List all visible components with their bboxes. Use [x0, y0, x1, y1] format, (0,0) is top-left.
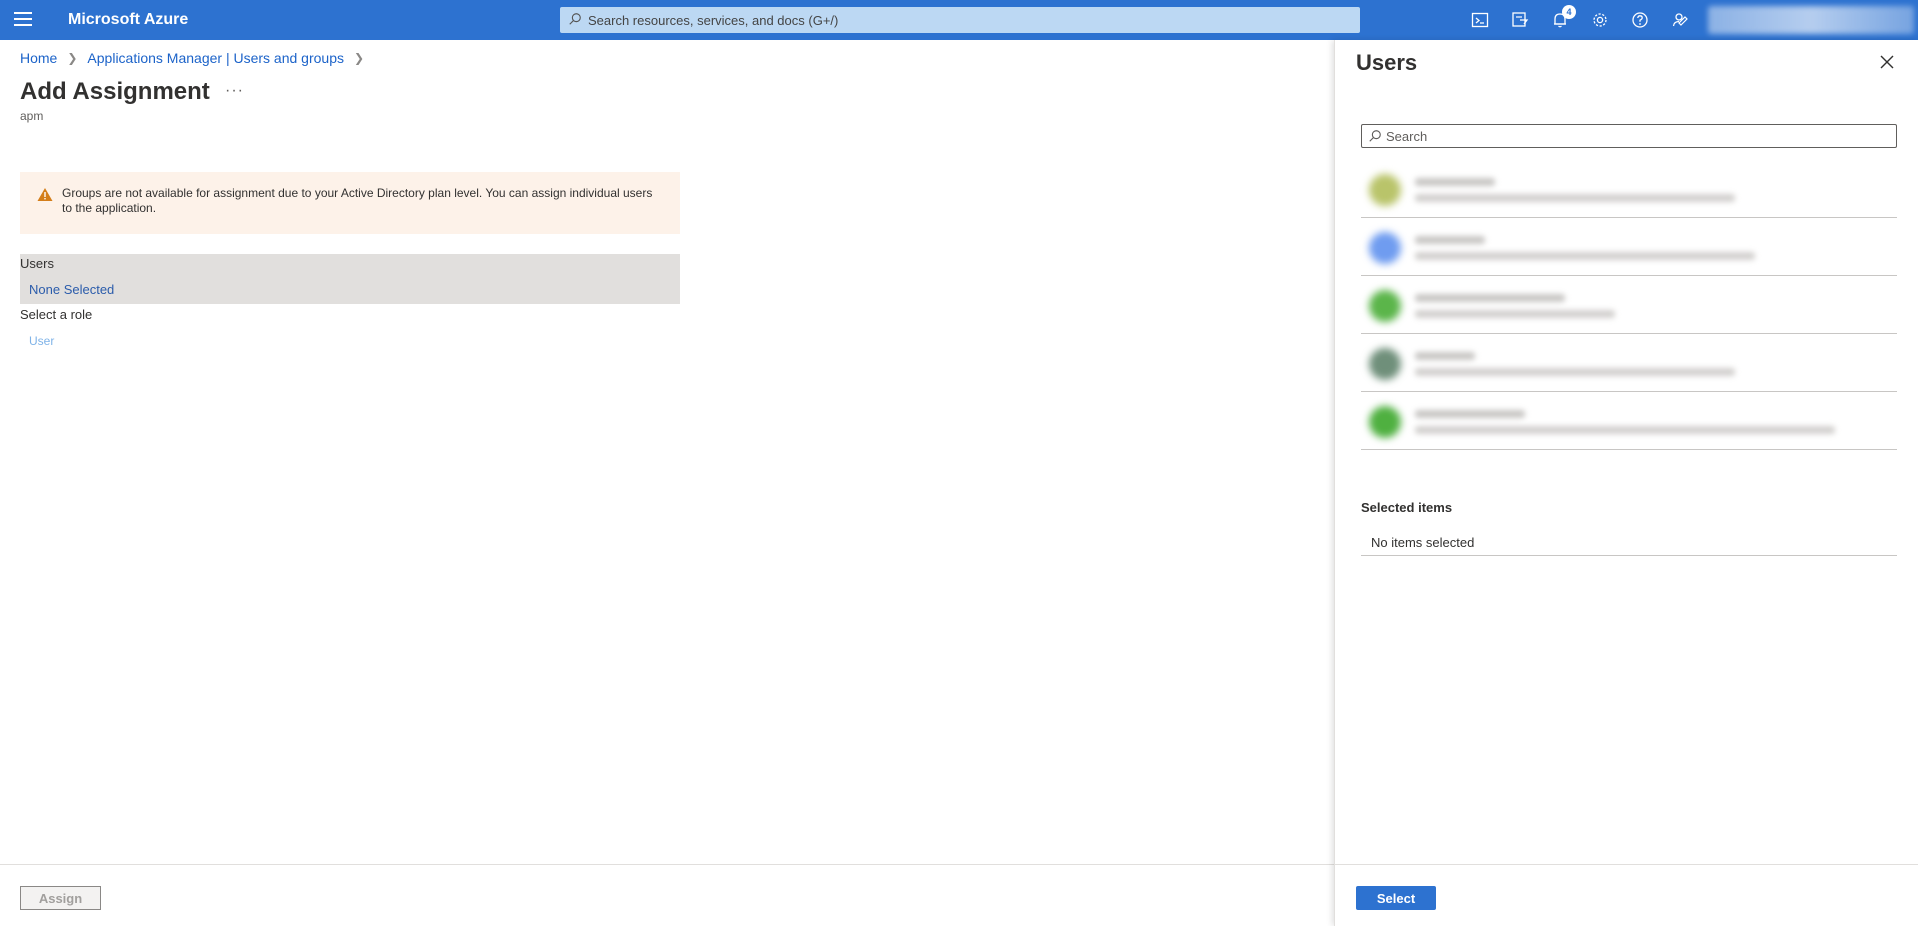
redacted-name [1415, 352, 1475, 360]
more-options-icon[interactable]: ··· [225, 82, 244, 100]
redacted-name [1415, 410, 1525, 418]
brand-title[interactable]: Microsoft Azure [68, 11, 188, 29]
bell-icon[interactable]: 4 [1540, 0, 1580, 40]
select-role-label: Select a role [20, 307, 93, 322]
top-bar: Microsoft Azure Search resources, servic… [0, 0, 1918, 40]
redacted-email [1415, 194, 1735, 202]
search-icon [1369, 130, 1381, 142]
notification-count-badge: 4 [1562, 5, 1576, 19]
breadcrumb-home[interactable]: Home [20, 50, 57, 66]
role-user-link[interactable]: User [29, 334, 54, 348]
avatar [1369, 406, 1401, 438]
users-none-selected-link[interactable]: None Selected [29, 282, 114, 297]
list-item[interactable] [1361, 392, 1897, 450]
user-list [1361, 160, 1897, 450]
users-selector[interactable]: Users None Selected [20, 254, 680, 304]
footer-divider [0, 864, 1334, 865]
page-subtitle: apm [20, 109, 44, 123]
breadcrumb-parent[interactable]: Applications Manager | Users and groups [87, 50, 344, 66]
avatar [1369, 232, 1401, 264]
list-item[interactable] [1361, 334, 1897, 392]
no-items-selected-text: No items selected [1371, 535, 1475, 550]
chevron-right-icon: ❯ [353, 51, 365, 65]
gear-icon[interactable] [1580, 0, 1620, 40]
menu-icon[interactable] [14, 12, 32, 28]
redacted-email [1415, 426, 1835, 434]
avatar [1369, 290, 1401, 322]
breadcrumb: Home ❯ Applications Manager | Users and … [20, 50, 374, 66]
selected-items-title: Selected items [1361, 500, 1453, 515]
account-menu[interactable] [1708, 6, 1914, 34]
users-panel: Users Search Selected items No items sel… [1334, 40, 1918, 926]
redacted-name [1415, 178, 1495, 186]
redacted-name [1415, 236, 1485, 244]
page-title: Add Assignment [20, 78, 210, 105]
redacted-email [1415, 252, 1755, 260]
assign-button[interactable]: Assign [20, 886, 101, 910]
help-icon[interactable] [1620, 0, 1660, 40]
global-search-placeholder: Search resources, services, and docs (G+… [588, 12, 839, 28]
cloud-shell-icon[interactable] [1460, 0, 1500, 40]
select-button[interactable]: Select [1356, 886, 1436, 910]
list-item[interactable] [1361, 276, 1897, 334]
redacted-email [1415, 368, 1735, 376]
close-icon[interactable] [1879, 54, 1895, 70]
feedback-icon[interactable] [1660, 0, 1700, 40]
avatar [1369, 348, 1401, 380]
selected-items-list: No items selected [1361, 530, 1897, 556]
user-search-placeholder: Search [1386, 128, 1428, 144]
warning-text: Groups are not available for assignment … [62, 186, 653, 215]
users-label: Users [20, 256, 54, 271]
directory-filter-icon[interactable] [1500, 0, 1540, 40]
global-search-input[interactable]: Search resources, services, and docs (G+… [560, 7, 1360, 33]
chevron-right-icon: ❯ [67, 51, 78, 65]
panel-footer-divider [1335, 864, 1918, 865]
top-icons: 4 [1460, 0, 1700, 40]
panel-title: Users [1356, 50, 1418, 75]
warning-banner: Groups are not available for assignment … [20, 172, 680, 234]
search-icon [569, 13, 581, 25]
warning-icon [37, 188, 53, 201]
list-item[interactable] [1361, 218, 1897, 276]
redacted-name [1415, 294, 1565, 302]
avatar [1369, 174, 1401, 206]
user-search-input[interactable]: Search [1361, 124, 1897, 148]
list-item[interactable] [1361, 160, 1897, 218]
redacted-email [1415, 310, 1615, 318]
